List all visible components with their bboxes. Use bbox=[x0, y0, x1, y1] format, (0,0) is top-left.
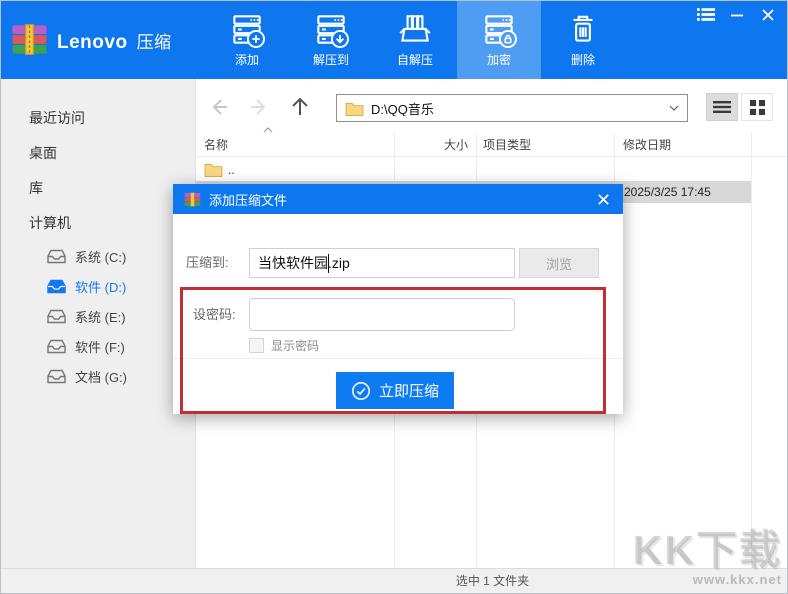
compress-to-label: 压缩到: bbox=[186, 255, 229, 270]
set-password-label: 设密码: bbox=[193, 307, 236, 322]
self-extract-icon bbox=[399, 15, 431, 42]
brand-name: Lenovo bbox=[57, 32, 128, 53]
up-button[interactable] bbox=[288, 95, 314, 119]
minimize-button[interactable] bbox=[728, 6, 746, 23]
column-headers: 名称 大小 项目类型 修改日期 bbox=[196, 127, 787, 157]
folder-icon bbox=[345, 102, 364, 116]
password-input[interactable] bbox=[249, 298, 515, 331]
dialog-close-button[interactable] bbox=[594, 190, 612, 208]
drive-icon bbox=[47, 249, 66, 263]
grid-view-icon bbox=[749, 99, 765, 115]
address-bar[interactable] bbox=[336, 94, 688, 122]
selection-status: 选中 1 文件夹 bbox=[455, 574, 530, 588]
list-view-icon bbox=[713, 101, 731, 113]
dialog-title: 添加压缩文件 bbox=[209, 192, 288, 208]
address-dropdown-chevron-icon[interactable] bbox=[669, 105, 679, 111]
back-button[interactable] bbox=[208, 95, 234, 119]
dialog-app-icon bbox=[184, 191, 201, 207]
sidebar-drive-g[interactable]: 文档 (G:) bbox=[1, 361, 195, 391]
trash-icon bbox=[573, 15, 593, 42]
sidebar-drive-d-selected[interactable]: 软件 (D:) bbox=[1, 271, 195, 301]
toolbar-sfx-button[interactable]: 自解压 bbox=[373, 1, 457, 79]
check-circle-icon bbox=[351, 381, 371, 400]
sidebar-drive-f[interactable]: 软件 (F:) bbox=[1, 331, 195, 361]
sidebar-desktop-label: 桌面 bbox=[29, 145, 57, 161]
toolbar-add-label: 添加 bbox=[234, 53, 259, 67]
encrypt-icon bbox=[485, 15, 517, 48]
menu-icon[interactable] bbox=[697, 6, 715, 23]
sidebar-library-label: 库 bbox=[29, 180, 43, 196]
app-name: 压缩 bbox=[136, 33, 172, 52]
add-archive-icon bbox=[233, 15, 265, 48]
show-password-checkbox[interactable] bbox=[249, 338, 264, 353]
folder-icon bbox=[204, 163, 223, 177]
drive-e-label: 系统 (E:) bbox=[75, 309, 126, 325]
archive-name-input[interactable] bbox=[249, 248, 515, 278]
drive-f-label: 软件 (F:) bbox=[75, 339, 125, 355]
column-header-name[interactable]: 名称 bbox=[204, 133, 228, 157]
compress-now-button[interactable]: 立即压缩 bbox=[336, 372, 454, 409]
main-toolbar: 添加 解压到 自解压 加密 删除 bbox=[205, 1, 625, 79]
column-header-type[interactable]: 项目类型 bbox=[483, 133, 531, 157]
parent-folder-label: .. bbox=[228, 163, 235, 177]
sidebar-item-library[interactable]: 库 bbox=[1, 171, 195, 206]
sort-ascending-icon bbox=[263, 127, 273, 133]
sidebar-item-recent[interactable]: 最近访问 bbox=[1, 101, 195, 136]
sidebar: 最近访问 桌面 库 计算机 系统 (C:) 软件 (D:) 系统 (E:) 软件… bbox=[1, 79, 196, 568]
drive-icon bbox=[47, 309, 66, 323]
title-bar: Lenovo 压缩 添加 解压到 自解压 加密 删除 bbox=[1, 1, 787, 79]
sidebar-item-desktop[interactable]: 桌面 bbox=[1, 136, 195, 171]
app-logo-icon bbox=[12, 24, 47, 55]
sidebar-item-computer[interactable]: 计算机 bbox=[1, 206, 195, 241]
drive-g-label: 文档 (G:) bbox=[75, 369, 127, 385]
window-controls bbox=[697, 6, 777, 23]
text-caret bbox=[328, 254, 329, 273]
toolbar-add-button[interactable]: 添加 bbox=[205, 1, 289, 79]
toolbar-delete-button[interactable]: 删除 bbox=[541, 1, 625, 79]
drive-c-label: 系统 (C:) bbox=[75, 249, 127, 265]
browse-button[interactable]: 浏览 bbox=[519, 248, 599, 278]
sidebar-recent-label: 最近访问 bbox=[29, 110, 85, 126]
extract-to-icon bbox=[317, 15, 349, 48]
forward-button[interactable] bbox=[246, 95, 272, 119]
sidebar-computer-label: 计算机 bbox=[29, 215, 71, 231]
drive-icon bbox=[47, 369, 66, 383]
toolbar-extract-label: 解压到 bbox=[312, 53, 349, 67]
parent-folder-row[interactable]: .. bbox=[196, 159, 751, 181]
drive-icon-selected bbox=[47, 279, 66, 293]
modified-date-value: 2025/3/25 17:45 bbox=[624, 185, 711, 199]
toolbar-sfx-label: 自解压 bbox=[396, 53, 433, 67]
add-archive-dialog: 添加压缩文件 压缩到: 浏览 设密码: 显示密码 立即压缩 bbox=[173, 184, 623, 414]
column-divider bbox=[751, 133, 752, 568]
list-view-button[interactable] bbox=[706, 93, 738, 121]
address-input[interactable] bbox=[371, 100, 669, 116]
sidebar-drive-e[interactable]: 系统 (E:) bbox=[1, 301, 195, 331]
sidebar-drive-c[interactable]: 系统 (C:) bbox=[1, 241, 195, 271]
grid-view-button[interactable] bbox=[741, 93, 773, 121]
drive-d-label: 软件 (D:) bbox=[75, 279, 127, 295]
column-header-modified[interactable]: 修改日期 bbox=[623, 133, 671, 157]
compress-now-label: 立即压缩 bbox=[378, 383, 439, 400]
toolbar-encrypt-button[interactable]: 加密 bbox=[457, 1, 541, 79]
dialog-title-bar: 添加压缩文件 bbox=[173, 184, 623, 214]
dialog-divider bbox=[173, 358, 623, 359]
app-title: Lenovo 压缩 bbox=[57, 28, 172, 54]
show-password-label: 显示密码 bbox=[271, 339, 320, 353]
drive-icon bbox=[47, 339, 66, 353]
close-button[interactable] bbox=[759, 6, 777, 23]
app-window: Lenovo 压缩 添加 解压到 自解压 加密 删除 最近访问 桌面 库 计算机… bbox=[0, 0, 788, 594]
toolbar-extract-button[interactable]: 解压到 bbox=[289, 1, 373, 79]
toolbar-encrypt-label: 加密 bbox=[486, 53, 511, 67]
toolbar-delete-label: 删除 bbox=[570, 53, 595, 67]
status-bar: 选中 1 文件夹 bbox=[1, 568, 787, 593]
